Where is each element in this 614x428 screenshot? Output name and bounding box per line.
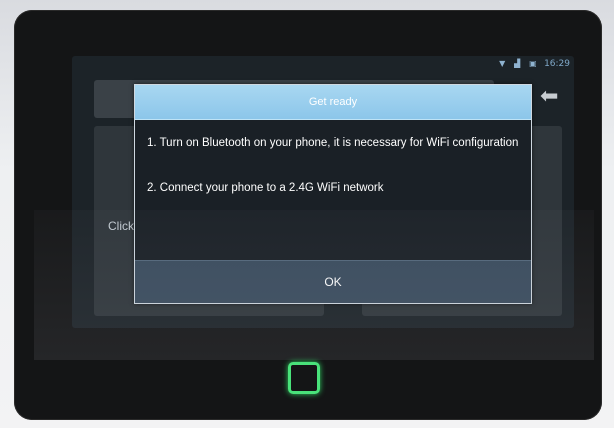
back-arrow-icon[interactable]: ⬅ [540,86,564,108]
status-time: 16:29 [544,59,570,69]
home-square-icon[interactable] [288,362,320,394]
dialog-body: 1. Turn on Bluetooth on your phone, it i… [135,136,531,196]
dialog-message-bluetooth: 1. Turn on Bluetooth on your phone, it i… [147,137,519,149]
wifi-icon: ▼ [499,59,506,68]
signal-icon: ▟ [514,59,521,68]
background-click-label: Click [108,219,134,233]
ok-button[interactable]: OK [135,260,531,303]
dialog-title: Get ready [135,85,531,120]
screen: ▼ ▟ ▣ 16:29 ⬅ Click Get ready 1. Turn on… [72,56,574,328]
get-ready-dialog: Get ready 1. Turn on Bluetooth on your p… [134,84,532,304]
status-bar: ▼ ▟ ▣ 16:29 [499,56,570,72]
dialog-message-wifi: 2. Connect your phone to a 2.4G WiFi net… [147,182,384,194]
device-frame: ▼ ▟ ▣ 16:29 ⬅ Click Get ready 1. Turn on… [14,10,602,420]
battery-icon: ▣ [529,59,537,68]
